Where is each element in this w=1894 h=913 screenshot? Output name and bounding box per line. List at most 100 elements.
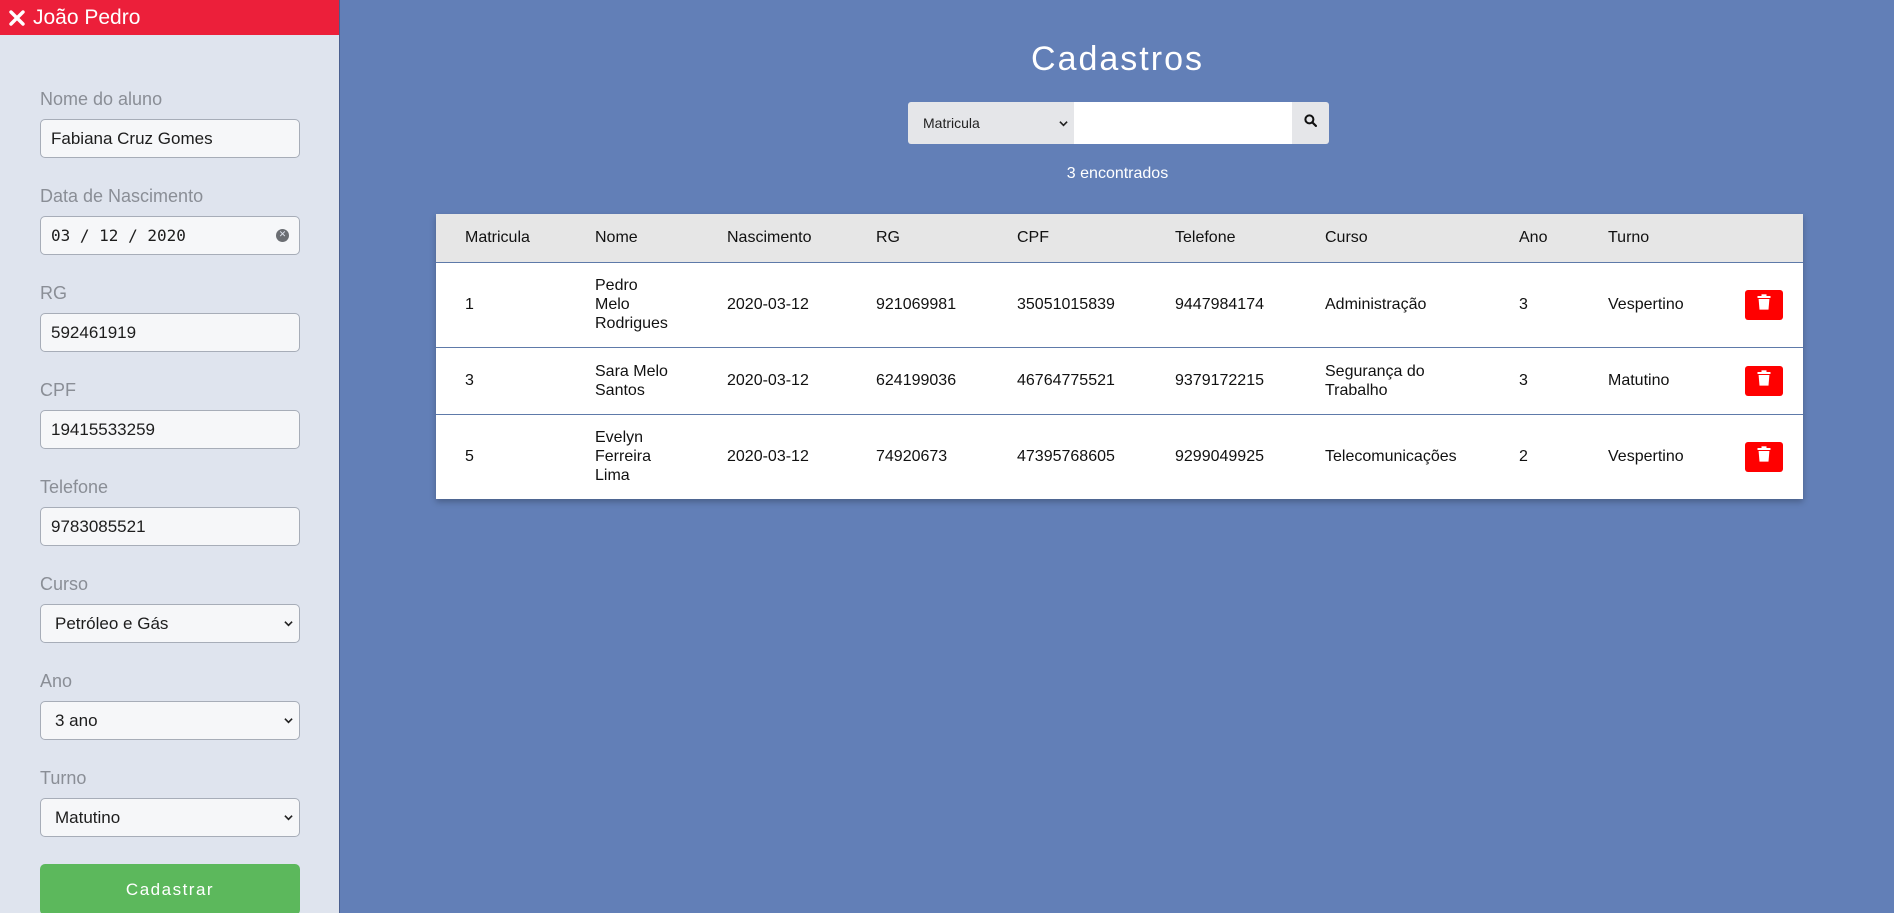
- student-form: Nome do aluno Fabiana Cruz Gomes Data de…: [0, 35, 339, 913]
- cell-cpf: 47395768605: [1017, 448, 1115, 466]
- col-cpf: CPF: [1017, 228, 1049, 246]
- cell-rg: 624199036: [876, 372, 957, 389]
- search-bar: Matricula: [908, 102, 1329, 144]
- chevron-down-icon: [284, 619, 293, 628]
- user-bar: João Pedro: [0, 0, 339, 35]
- cpf-value: 19415533259: [51, 419, 156, 439]
- nome-line: Sara Melo: [595, 362, 668, 380]
- telefone-label: Telefone: [40, 477, 109, 497]
- chevron-down-icon: [284, 813, 293, 822]
- cell-rg: 74920673: [876, 448, 948, 466]
- curso-line: Telecomunicações: [1325, 448, 1457, 466]
- curso-line: Segurança do: [1325, 362, 1425, 380]
- telefone-input[interactable]: 9783085521: [40, 507, 300, 546]
- records-table: Matricula Nome Nascimento RG CPF Telefon…: [436, 214, 1803, 499]
- trash-icon: [1757, 294, 1771, 315]
- cell-telefone: 9379172215: [1175, 372, 1264, 389]
- col-matricula: Matricula: [465, 228, 530, 246]
- cell-nome: Pedro Melo Rodrigues: [566, 262, 698, 347]
- chevron-down-icon: [284, 716, 293, 725]
- nome-line: Pedro: [595, 277, 638, 294]
- col-nascimento: Nascimento: [727, 228, 812, 246]
- cell-nome: Sara Melo Santos: [566, 347, 698, 414]
- cell-nascimento: 2020-03-12: [727, 296, 809, 313]
- col-actions: [1716, 214, 1803, 262]
- col-ano: Ano: [1519, 228, 1548, 246]
- search-input[interactable]: [1074, 102, 1292, 144]
- cell-curso: Telecomunicações: [1296, 414, 1490, 499]
- nome-line: Lima: [595, 467, 630, 485]
- curso-line: Administração: [1325, 296, 1427, 313]
- cell-actions: [1716, 347, 1803, 414]
- close-icon[interactable]: [9, 9, 25, 26]
- ano-select[interactable]: 3 ano: [40, 701, 300, 740]
- col-telefone: Telefone: [1175, 228, 1236, 246]
- turno-select[interactable]: Matutino: [40, 798, 300, 837]
- cell-matricula: 3: [465, 372, 474, 389]
- search-field-select[interactable]: Matricula: [908, 102, 1074, 144]
- col-turno: Turno: [1608, 228, 1650, 246]
- cell-rg: 921069981: [876, 296, 957, 313]
- cell-curso: Segurança do Trabalho: [1296, 347, 1490, 414]
- table-row: 1 Pedro Melo Rodrigues 2020-03-12 92106998…: [436, 262, 1803, 347]
- cell-nome: Evelyn Ferreira Lima: [566, 414, 698, 499]
- cell-actions: [1716, 414, 1803, 499]
- nome-value: Fabiana Cruz Gomes: [51, 128, 213, 148]
- turno-label: Turno: [40, 768, 87, 788]
- cell-turno: Matutino: [1608, 372, 1670, 389]
- cell-matricula: 5: [465, 448, 474, 466]
- nome-input[interactable]: Fabiana Cruz Gomes: [40, 119, 300, 158]
- cpf-input[interactable]: 19415533259: [40, 410, 300, 449]
- nome-line: Ferreira: [595, 448, 652, 466]
- cell-telefone: 9447984174: [1175, 296, 1264, 313]
- turno-value: Matutino: [55, 807, 121, 827]
- trash-icon: [1757, 446, 1771, 467]
- user-name: João Pedro: [33, 5, 141, 29]
- cell-curso: Administração: [1296, 262, 1490, 347]
- cell-ano: 3: [1519, 372, 1528, 389]
- cell-ano: 2: [1519, 448, 1528, 466]
- cell-matricula: 1: [465, 296, 474, 313]
- nome-line: Santos: [595, 381, 645, 399]
- col-curso: Curso: [1325, 228, 1368, 246]
- cell-turno: Vespertino: [1608, 296, 1684, 313]
- results-count: 3 encontrados: [1066, 165, 1169, 182]
- cell-cpf: 35051015839: [1017, 296, 1115, 313]
- search-icon: [1304, 114, 1317, 132]
- ano-value: 3 ano: [55, 710, 98, 730]
- delete-button[interactable]: [1745, 441, 1783, 472]
- rg-label: RG: [40, 283, 67, 303]
- rg-input[interactable]: 592461919: [40, 313, 300, 352]
- cell-ano: 3: [1519, 296, 1528, 313]
- curso-label: Curso: [40, 574, 89, 594]
- cell-cpf: 46764775521: [1017, 372, 1115, 389]
- trash-icon: [1757, 370, 1771, 391]
- col-nome: Nome: [595, 228, 638, 246]
- nome-line: Melo: [595, 296, 630, 313]
- curso-select[interactable]: Petróleo e Gás: [40, 604, 300, 643]
- table-row: 3 Sara Melo Santos 2020-03-12 624199036 4…: [436, 347, 1803, 414]
- nome-line: Evelyn: [595, 429, 644, 447]
- table-header: Matricula Nome Nascimento RG CPF Telefon…: [436, 214, 1803, 262]
- nome-label: Nome do aluno: [40, 89, 163, 109]
- cell-actions: [1716, 262, 1803, 347]
- nome-line: Rodrigues: [595, 315, 668, 332]
- data-value: 03 / 12 / 2020: [51, 226, 186, 245]
- ano-label: Ano: [40, 671, 73, 691]
- col-rg: RG: [876, 228, 900, 246]
- cell-turno: Vespertino: [1608, 448, 1684, 466]
- cell-nascimento: 2020-03-12: [727, 372, 809, 389]
- delete-button[interactable]: [1745, 365, 1783, 396]
- cell-nascimento: 2020-03-12: [727, 448, 809, 466]
- clear-icon[interactable]: ✕: [276, 229, 289, 242]
- data-label: Data de Nascimento: [40, 186, 204, 206]
- cell-telefone: 9299049925: [1175, 448, 1264, 466]
- data-nascimento-input[interactable]: 03 / 12 / 2020 ✕: [40, 216, 300, 255]
- rg-value: 592461919: [51, 322, 137, 342]
- table-row: 5 Evelyn Ferreira Lima 2020-03-12 74920673…: [436, 414, 1803, 499]
- curso-value: Petróleo e Gás: [55, 613, 169, 633]
- search-button[interactable]: [1292, 102, 1329, 144]
- delete-button[interactable]: [1745, 289, 1783, 320]
- search-field-value: Matricula: [923, 115, 980, 131]
- cadastrar-button[interactable]: Cadastrar: [40, 864, 300, 913]
